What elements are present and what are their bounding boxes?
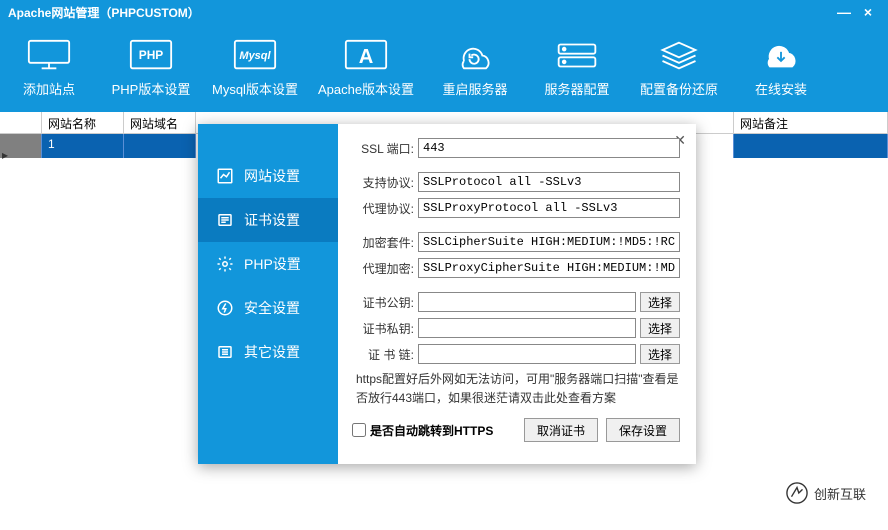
sidenav-site-settings[interactable]: 网站设置 <box>198 154 338 198</box>
cert-chain-label: 证 书 链: <box>352 346 414 363</box>
server-config-button[interactable]: 服务器配置 <box>536 39 618 98</box>
minimize-button[interactable]: — <box>832 4 856 20</box>
main-toolbar: 添加站点 PHP PHP版本设置 Mysql Mysql版本设置 A Apach… <box>0 24 888 112</box>
apache-version-button[interactable]: A Apache版本设置 <box>318 39 414 98</box>
form-area: SSL 端口: 支持协议: 代理协议: 加密套件: 代理加密: 证书公钥: 选择 <box>338 124 696 464</box>
backup-restore-button[interactable]: 配置备份还原 <box>638 39 720 98</box>
auto-redirect-checkbox[interactable]: 是否自动跳转到HTTPS <box>352 422 493 439</box>
ssl-port-label: SSL 端口: <box>352 140 414 157</box>
sidenav-php-settings[interactable]: PHP设置 <box>198 242 338 286</box>
window-title: Apache网站管理（PHPCUSTOM） <box>8 4 200 21</box>
cert-priv-label: 证书私钥: <box>352 320 414 337</box>
cert-priv-input[interactable] <box>418 318 636 338</box>
svg-text:Mysql: Mysql <box>239 50 271 62</box>
cert-pub-input[interactable] <box>418 292 636 312</box>
cert-chain-input[interactable] <box>418 344 636 364</box>
cloud-download-icon <box>759 39 803 73</box>
server-icon <box>555 39 599 73</box>
layers-icon <box>657 39 701 73</box>
protocol-input[interactable] <box>418 172 680 192</box>
col-site-domain: 网站域名 <box>124 112 196 133</box>
proxy-cipher-label: 代理加密: <box>352 260 414 277</box>
mysql-version-button[interactable]: Mysql Mysql版本设置 <box>212 39 298 98</box>
php-icon: PHP <box>129 39 173 73</box>
mysql-icon: Mysql <box>233 39 277 73</box>
proxy-protocol-input[interactable] <box>418 198 680 218</box>
cipher-input[interactable] <box>418 232 680 252</box>
proxy-cipher-input[interactable] <box>418 258 680 278</box>
protocol-label: 支持协议: <box>352 174 414 191</box>
bolt-icon <box>216 299 234 317</box>
col-site-remark: 网站备注 <box>734 112 888 133</box>
sidenav-security-settings[interactable]: 安全设置 <box>198 286 338 330</box>
row-marker-icon: ▸ <box>2 148 8 162</box>
cert-pub-browse-button[interactable]: 选择 <box>640 292 680 312</box>
close-window-button[interactable]: × <box>856 4 880 20</box>
save-settings-button[interactable]: 保存设置 <box>606 418 680 442</box>
gear-icon <box>216 255 234 273</box>
php-version-button[interactable]: PHP PHP版本设置 <box>110 39 192 98</box>
cert-priv-browse-button[interactable]: 选择 <box>640 318 680 338</box>
col-blank <box>0 112 42 133</box>
svg-text:PHP: PHP <box>139 48 164 62</box>
footer-brand: 创新互联 <box>786 482 866 504</box>
dialog-sidenav: 网站设置 证书设置 PHP设置 安全设置 其它设置 <box>198 124 338 464</box>
add-site-button[interactable]: 添加站点 <box>8 39 90 98</box>
auto-redirect-input[interactable] <box>352 423 366 437</box>
cert-chain-browse-button[interactable]: 选择 <box>640 344 680 364</box>
cert-settings-dialog: ✕ 网站设置 证书设置 PHP设置 安全设置 其它设置 SSL 端口: 支 <box>198 124 696 464</box>
sidenav-other-settings[interactable]: 其它设置 <box>198 330 338 374</box>
title-bar: Apache网站管理（PHPCUSTOM） — × <box>0 0 888 24</box>
proxy-protocol-label: 代理协议: <box>352 200 414 217</box>
cert-icon <box>216 211 234 229</box>
monitor-icon <box>27 39 71 73</box>
help-text[interactable]: https配置好后外网如无法访问，可用"服务器端口扫描"查看是否放行443端口，… <box>356 370 680 408</box>
col-site-name: 网站名称 <box>42 112 124 133</box>
cert-pub-label: 证书公钥: <box>352 294 414 311</box>
cipher-label: 加密套件: <box>352 234 414 251</box>
sidenav-cert-settings[interactable]: 证书设置 <box>198 198 338 242</box>
cancel-cert-button[interactable]: 取消证书 <box>524 418 598 442</box>
cloud-restart-icon <box>453 39 497 73</box>
restart-server-button[interactable]: 重启服务器 <box>434 39 516 98</box>
svg-text:A: A <box>359 46 374 68</box>
online-install-button[interactable]: 在线安装 <box>740 39 822 98</box>
list-icon <box>216 343 234 361</box>
ssl-port-input[interactable] <box>418 138 680 158</box>
brand-logo-icon <box>786 482 808 504</box>
apache-icon: A <box>344 39 388 73</box>
chart-icon <box>216 167 234 185</box>
